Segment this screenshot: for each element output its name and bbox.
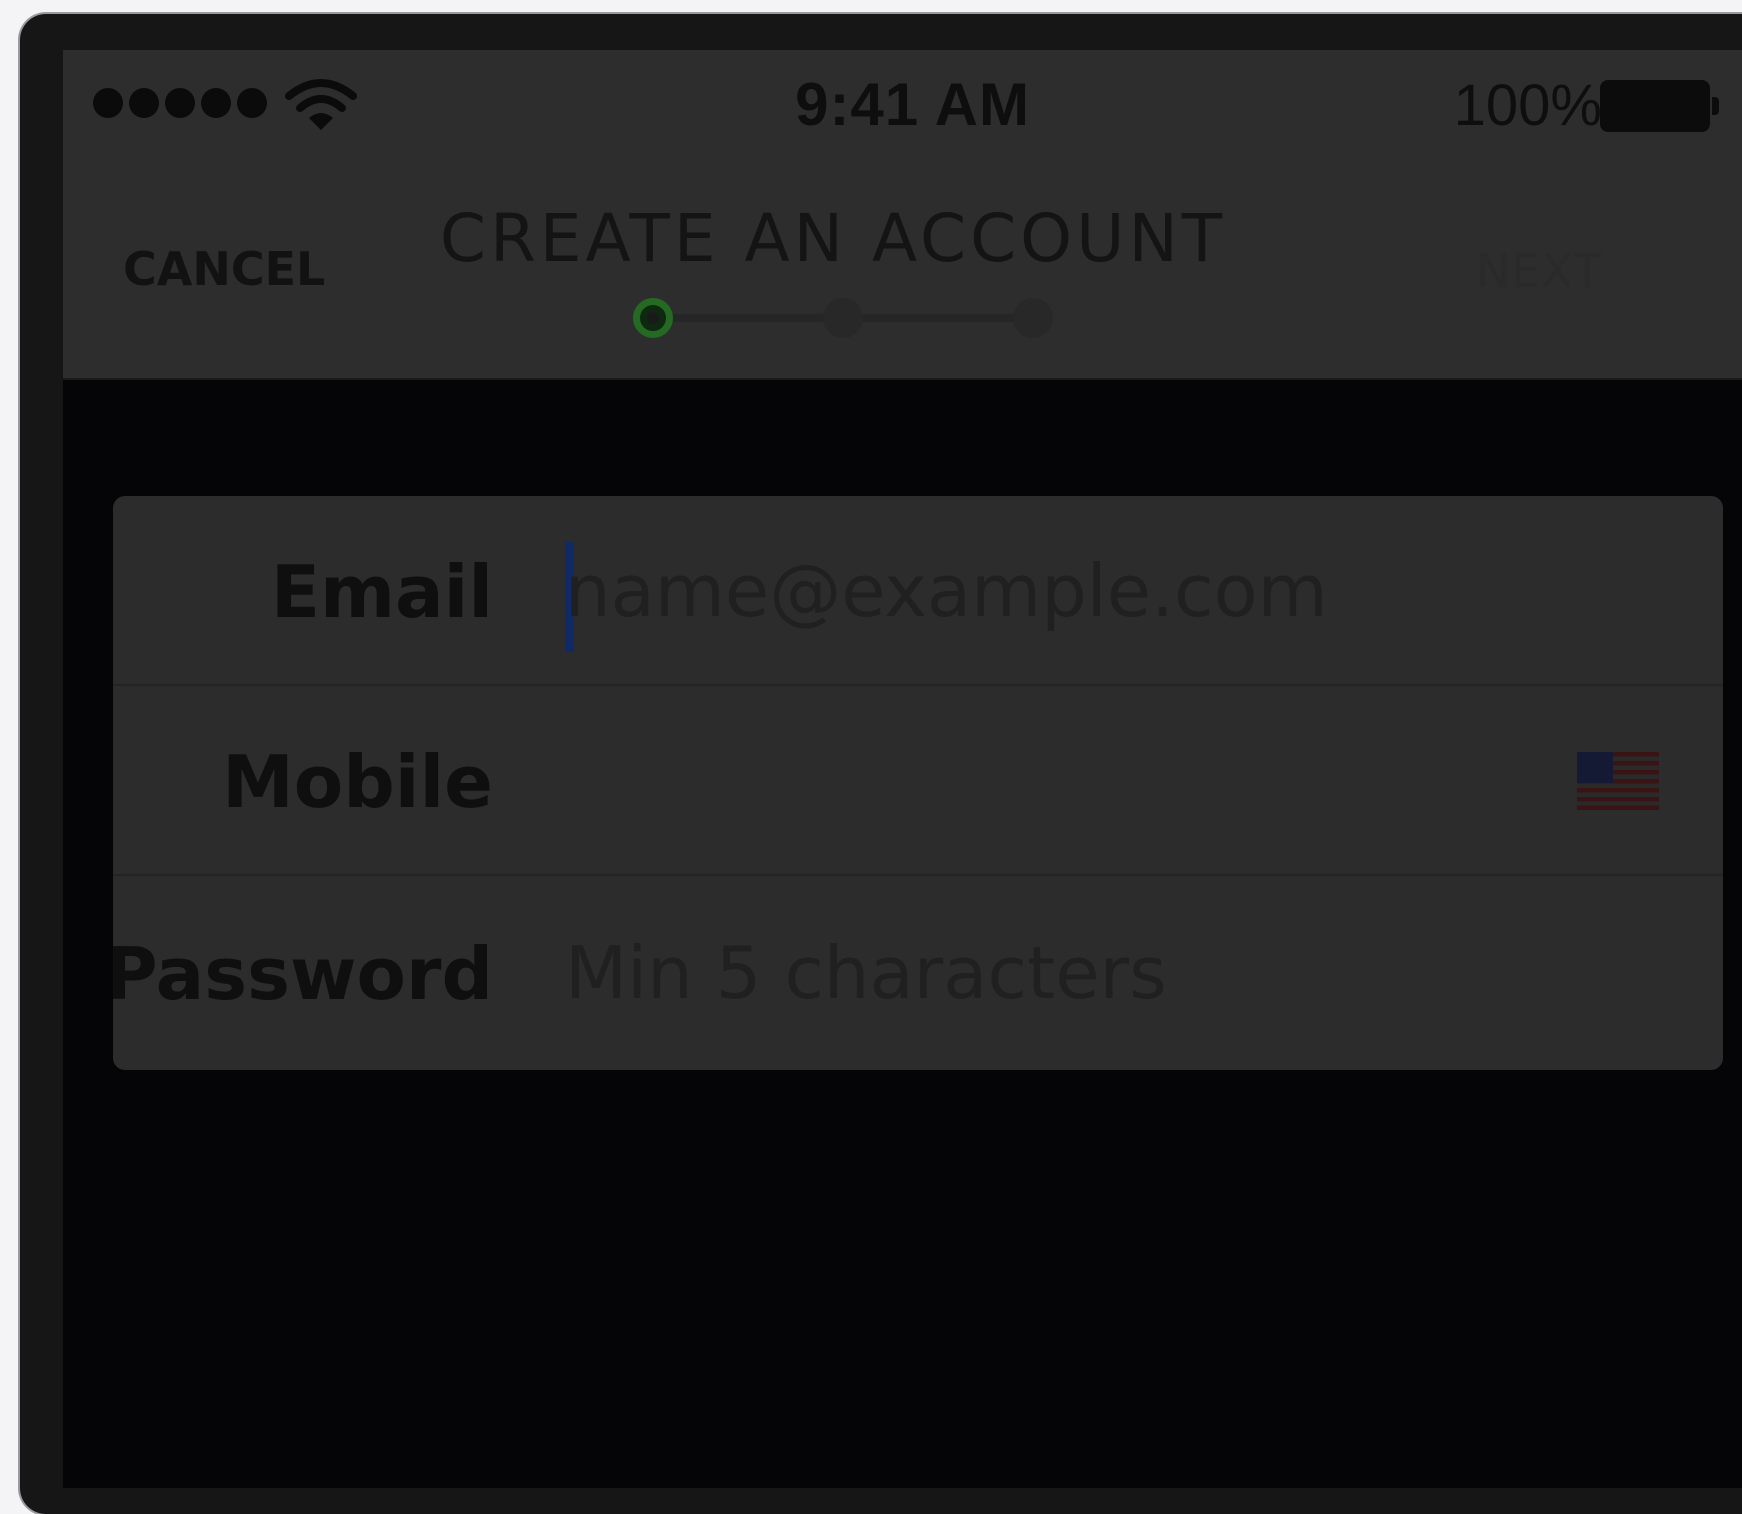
device-frame: 9:41 AM 100% CANCEL CREATE AN ACCOUNT NE… xyxy=(20,14,1742,1514)
progress-step-3 xyxy=(1013,298,1053,338)
email-field[interactable] xyxy=(565,536,1585,646)
us-flag-icon[interactable] xyxy=(1577,752,1659,810)
password-label: Password xyxy=(113,932,493,1016)
top-bar: 9:41 AM 100% CANCEL CREATE AN ACCOUNT NE… xyxy=(63,50,1742,380)
password-row: Password xyxy=(113,878,1723,1068)
battery-percent: 100% xyxy=(1453,73,1602,138)
mobile-row: Mobile xyxy=(113,686,1723,876)
app-screen: 9:41 AM 100% CANCEL CREATE AN ACCOUNT NE… xyxy=(63,50,1742,1488)
mobile-field[interactable] xyxy=(565,726,1465,836)
email-row: Email xyxy=(113,496,1723,686)
battery-icon xyxy=(1600,80,1719,132)
next-button[interactable]: NEXT xyxy=(1476,244,1602,298)
progress-step-1 xyxy=(633,298,673,338)
signup-progress-indicator xyxy=(633,296,1053,342)
signup-form: Email Mobile xyxy=(113,496,1723,1070)
page-title: CREATE AN ACCOUNT xyxy=(439,200,1227,277)
password-field[interactable] xyxy=(565,918,1585,1028)
email-label: Email xyxy=(270,550,493,634)
progress-step-2 xyxy=(823,298,863,338)
mobile-label: Mobile xyxy=(222,740,493,824)
